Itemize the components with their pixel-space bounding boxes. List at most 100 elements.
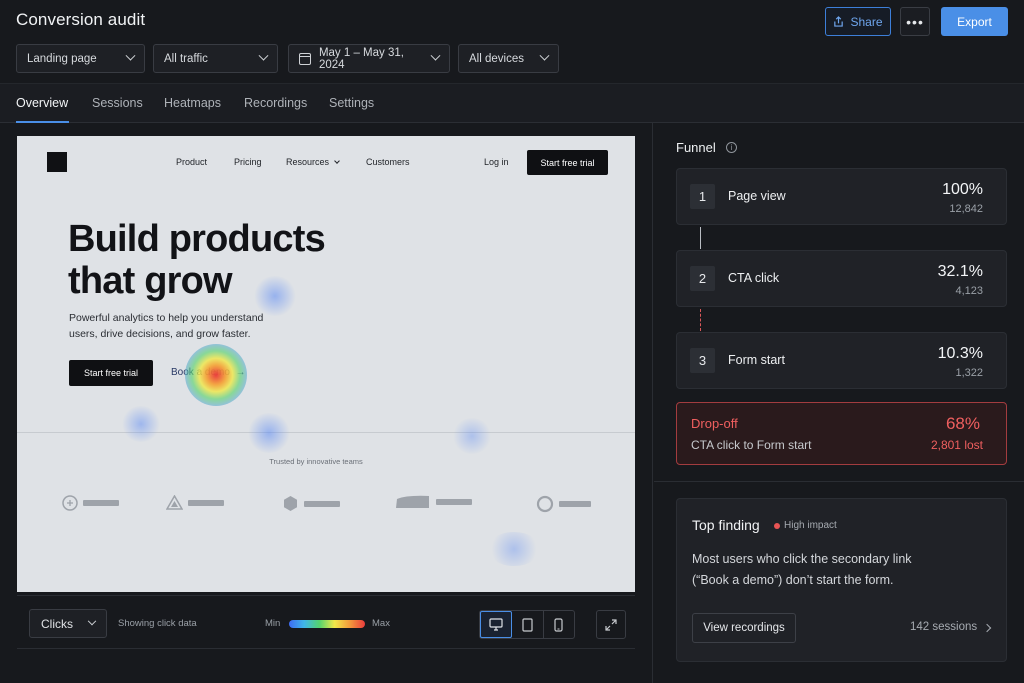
preview-subtext: Powerful analytics to help you understan…	[69, 310, 289, 342]
preview-nav-resources: Resources	[286, 157, 340, 167]
step-count: 1,322	[955, 367, 983, 379]
traffic-filter-value: All traffic	[164, 52, 208, 65]
tab-heatmaps[interactable]: Heatmaps	[164, 96, 221, 110]
tab-overview[interactable]: Overview	[16, 96, 68, 110]
preview-nav-customers: Customers	[366, 157, 410, 167]
legend-min-label: Min	[265, 618, 281, 629]
more-icon: •••	[906, 13, 924, 30]
desktop-view-button[interactable]	[480, 611, 513, 638]
demo-link-label: Book a demo	[171, 367, 230, 378]
step-label: CTA click	[728, 271, 780, 285]
tablet-icon	[522, 617, 533, 632]
funnel-title: Funnel	[676, 140, 716, 155]
tab-recordings[interactable]: Recordings	[244, 96, 307, 110]
step-number: 2	[690, 266, 715, 291]
preview-nav-product: Product	[176, 157, 208, 167]
funnel-connector	[700, 227, 701, 249]
triangle-icon	[166, 495, 183, 510]
impact-badge: High impact	[784, 520, 837, 531]
dropoff-description: CTA click to Form start	[691, 438, 812, 452]
heatmap-spot	[121, 406, 161, 442]
hexagon-icon	[284, 496, 297, 511]
page-filter-value: Landing page	[27, 52, 97, 65]
preview-hero-heading: Build products that grow	[68, 218, 368, 302]
tab-settings[interactable]: Settings	[329, 96, 374, 110]
expand-icon	[605, 618, 617, 631]
tab-sessions[interactable]: Sessions	[92, 96, 143, 110]
mobile-view-button[interactable]	[544, 611, 574, 638]
heatmap-spot	[247, 413, 291, 453]
dropoff-lost-count: 2,801 lost	[930, 438, 983, 452]
step-percent: 32.1%	[937, 263, 983, 280]
page-preview: Product Pricing Resources Customers Log …	[17, 136, 635, 592]
funnel-step[interactable]: 1 Page view 100% 12,842	[676, 168, 1007, 225]
chevron-down-icon	[430, 50, 441, 61]
step-percent: 10.3%	[937, 345, 983, 362]
subtext-line-2: users, drive decisions, and grow faster.	[69, 328, 251, 340]
step-number: 3	[690, 348, 715, 373]
logo-wordmark	[304, 500, 340, 507]
heatmap-spot	[452, 418, 492, 454]
step-label: Form start	[728, 353, 785, 367]
insights-panel: Funnel i 1 Page view 100% 12,842 2 CTA c…	[654, 123, 1024, 683]
tablet-view-button[interactable]	[512, 611, 544, 638]
customer-logo	[536, 495, 591, 513]
logo-wordmark	[83, 500, 119, 506]
export-button[interactable]: Export	[941, 7, 1008, 36]
preview-logo	[47, 152, 67, 172]
arrow-right-icon: →	[232, 367, 246, 378]
funnel-step[interactable]: 3 Form start 10.3% 1,322	[676, 332, 1007, 389]
heatmap-toolbar: Clicks Showing click data Min Max	[17, 595, 635, 649]
hero-line-1: Build products	[68, 218, 326, 260]
preview-nav-pricing: Pricing	[234, 157, 262, 167]
more-options-button[interactable]: •••	[900, 7, 930, 36]
logo-wordmark	[188, 499, 224, 506]
funnel-step[interactable]: 2 CTA click 32.1% 4,123	[676, 250, 1007, 307]
heatmap-mode-select[interactable]: Clicks	[29, 609, 107, 638]
circle-plus-icon	[62, 495, 78, 511]
chevron-down-icon	[125, 50, 136, 61]
date-range-filter[interactable]: May 1 – May 31, 2024	[288, 44, 450, 73]
chevron-down-icon	[539, 50, 550, 61]
heatmap-mode-value: Clicks	[41, 616, 73, 631]
preview-divider	[17, 432, 635, 433]
step-count: 4,123	[955, 285, 983, 297]
fullscreen-button[interactable]	[596, 610, 626, 639]
top-header: Conversion audit Share ••• Export Landin…	[0, 0, 1024, 83]
funnel-connector-dropoff	[700, 309, 701, 331]
view-recordings-button[interactable]: View recordings	[692, 613, 796, 643]
chevron-right-icon[interactable]	[982, 623, 992, 633]
top-finding-card: Top finding High impact Most users who c…	[676, 498, 1007, 662]
ring-icon	[536, 495, 554, 513]
share-button[interactable]: Share	[825, 7, 891, 36]
chevron-down-icon	[334, 158, 340, 164]
dropoff-title: Drop-off	[691, 416, 738, 431]
customer-logo	[166, 495, 224, 510]
page-title: Conversion audit	[16, 10, 146, 29]
preview-nav-cta: Start free trial	[527, 150, 608, 175]
share-label: Share	[850, 14, 883, 29]
heatmap-panel: Product Pricing Resources Customers Log …	[0, 123, 653, 683]
sessions-count[interactable]: 142 sessions	[910, 621, 977, 633]
dropoff-card[interactable]: Drop-off CTA click to Form start 68% 2,8…	[676, 402, 1007, 465]
device-toggle-group	[479, 610, 575, 639]
date-range-value: May 1 – May 31, 2024	[318, 46, 404, 71]
dropoff-percent: 68%	[945, 414, 980, 433]
preview-demo-link: Book a demo →	[171, 367, 246, 378]
customer-logo	[395, 495, 472, 509]
subtext-line-1: Powerful analytics to help you understan…	[69, 312, 264, 324]
devices-filter[interactable]: All devices	[458, 44, 559, 73]
finding-line-2: (“Book a demo”) don’t start the form.	[692, 573, 894, 587]
share-icon	[834, 16, 844, 27]
traffic-filter[interactable]: All traffic	[153, 44, 278, 73]
info-icon[interactable]: i	[726, 142, 737, 153]
logo-wordmark	[436, 499, 472, 505]
devices-filter-value: All devices	[469, 52, 524, 65]
chevron-down-icon	[258, 50, 269, 61]
showing-label: Showing click data	[118, 618, 197, 629]
tab-bar: Overview Sessions Heatmaps Recordings Se…	[0, 83, 1024, 123]
page-filter[interactable]: Landing page	[16, 44, 145, 73]
step-percent: 100%	[942, 181, 983, 198]
desktop-icon	[489, 618, 503, 631]
finding-line-1: Most users who click the secondary link	[692, 552, 912, 566]
